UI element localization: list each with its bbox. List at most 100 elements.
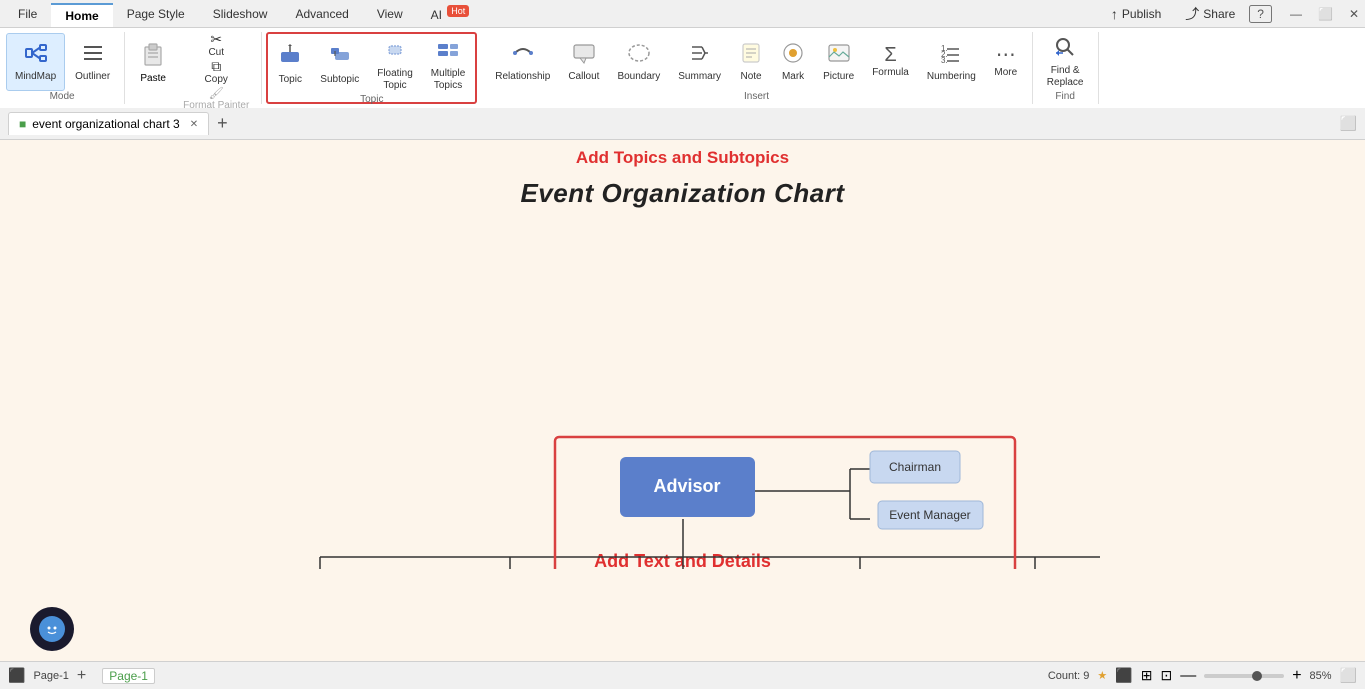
mark-icon bbox=[781, 41, 805, 69]
ribbon-group-topic-highlighted: Advisor Topic Subtopic bbox=[266, 32, 477, 104]
paste-label: Paste bbox=[140, 73, 166, 84]
zoom-out-button[interactable]: — bbox=[1180, 667, 1196, 685]
mark-button[interactable]: Mark bbox=[773, 33, 813, 91]
topic-buttons: Advisor Topic Subtopic bbox=[270, 36, 473, 94]
picture-button[interactable]: Picture bbox=[815, 33, 862, 91]
zoom-slider[interactable] bbox=[1204, 674, 1284, 678]
help-button[interactable]: ? bbox=[1249, 5, 1272, 23]
paste-icon bbox=[139, 39, 167, 71]
summary-icon bbox=[688, 41, 712, 69]
mode-buttons: MindMap Outliner bbox=[6, 32, 118, 91]
outliner-label: Outliner bbox=[75, 71, 110, 83]
share-button[interactable]: ⤴ Share bbox=[1175, 0, 1245, 28]
page-tab[interactable]: Page-1 bbox=[102, 668, 155, 684]
formula-button[interactable]: Σ Formula bbox=[864, 33, 917, 91]
maximize-canvas-button[interactable]: ⬜ bbox=[1340, 115, 1357, 132]
add-tab-button[interactable]: + bbox=[213, 113, 232, 134]
tab-ai[interactable]: AI Hot bbox=[417, 2, 484, 26]
doc-tab[interactable]: ■ event organizational chart 3 ✕ bbox=[8, 112, 209, 135]
subtopic-icon bbox=[328, 44, 352, 72]
doc-tab-icon: ■ bbox=[19, 117, 26, 131]
relationship-label: Relationship bbox=[495, 71, 550, 83]
summary-button[interactable]: Summary bbox=[670, 33, 729, 91]
status-icon-1[interactable]: ⬛ bbox=[1115, 667, 1132, 684]
tab-advanced[interactable]: Advanced bbox=[281, 3, 362, 25]
mindmap-label: MindMap bbox=[15, 71, 56, 83]
canvas-area: Add Topics and Subtopics Event Organizat… bbox=[0, 140, 1365, 661]
floating-topic-icon bbox=[383, 38, 407, 66]
status-right-area: Count: 9 ★ ⬛ ⊞ ⊡ — + 85% ⬜ bbox=[1048, 667, 1357, 685]
ribbon-group-insert: Relationship Callout bbox=[481, 32, 1033, 104]
formula-icon: Σ bbox=[884, 45, 896, 65]
tab-home[interactable]: Home bbox=[51, 3, 112, 27]
ribbon-group-clipboard: Paste ✂ Cut ⧉ Copy 🖌 Format Painter bbox=[125, 32, 262, 104]
subtopic-label: Subtopic bbox=[320, 74, 359, 86]
boundary-button[interactable]: Boundary bbox=[609, 33, 668, 91]
topic-btn-label: Topic bbox=[279, 74, 302, 86]
tab-bar: ■ event organizational chart 3 ✕ + ⬜ bbox=[0, 108, 1365, 140]
relationship-button[interactable]: Relationship bbox=[487, 33, 558, 91]
restore-button[interactable]: ⬜ bbox=[1312, 7, 1339, 21]
page-label: Page-1 bbox=[33, 670, 68, 682]
minimize-button[interactable]: — bbox=[1284, 7, 1308, 21]
picture-label: Picture bbox=[823, 71, 854, 83]
outliner-button[interactable]: Outliner bbox=[67, 33, 118, 91]
find-group-label: Find bbox=[1055, 91, 1074, 104]
status-icon-3[interactable]: ⊡ bbox=[1160, 667, 1172, 684]
window-controls: — ⬜ ✕ bbox=[1284, 7, 1365, 21]
cut-label: Cut bbox=[208, 47, 224, 58]
copy-button[interactable]: ⧉ Copy bbox=[177, 59, 255, 85]
more-button[interactable]: ⋯ More bbox=[986, 33, 1026, 91]
find-replace-icon bbox=[1053, 35, 1077, 63]
subtopic-button[interactable]: Subtopic bbox=[312, 36, 367, 94]
multiple-topics-icon bbox=[436, 38, 460, 66]
mindmap-button[interactable]: MindMap bbox=[6, 33, 65, 91]
multiple-topics-button[interactable]: MultipleTopics bbox=[423, 36, 473, 94]
picture-icon bbox=[827, 41, 851, 69]
relationship-icon bbox=[511, 41, 535, 69]
cut-icon: ✂ bbox=[210, 32, 222, 46]
count-label: Count: 9 bbox=[1048, 670, 1090, 682]
summary-label: Summary bbox=[678, 71, 721, 83]
find-replace-button[interactable]: Find &Replace bbox=[1039, 33, 1092, 91]
numbering-button[interactable]: 1. 2. 3. Numbering bbox=[919, 33, 984, 91]
zoom-in-button[interactable]: + bbox=[1292, 667, 1301, 685]
paste-button[interactable]: Paste bbox=[131, 32, 175, 90]
note-button[interactable]: Note bbox=[731, 33, 771, 91]
callout-button[interactable]: Callout bbox=[560, 33, 607, 91]
publish-button[interactable]: ↑ Publish bbox=[1101, 2, 1171, 26]
zoom-level: 85% bbox=[1310, 670, 1332, 682]
mode-group-label: Mode bbox=[50, 91, 75, 104]
insert-group-label: Insert bbox=[744, 91, 769, 104]
floating-topic-label: FloatingTopic bbox=[377, 68, 413, 92]
instruction-top: Add Topics and Subtopics bbox=[0, 148, 1365, 168]
ai-bot-icon bbox=[39, 616, 65, 642]
copy-label: Copy bbox=[205, 74, 228, 85]
status-icon-2[interactable]: ⊞ bbox=[1141, 667, 1153, 684]
close-button[interactable]: ✕ bbox=[1343, 7, 1365, 21]
numbering-label: Numbering bbox=[927, 71, 976, 83]
svg-text:Advisor: Advisor bbox=[653, 476, 720, 496]
status-page-icon[interactable]: ⬛ bbox=[8, 667, 25, 684]
tab-file[interactable]: File bbox=[4, 3, 51, 25]
add-page-button[interactable]: + bbox=[77, 667, 86, 685]
tab-view[interactable]: View bbox=[363, 3, 417, 25]
doc-tab-close[interactable]: ✕ bbox=[190, 119, 198, 130]
ribbon-tabs: File Home Page Style Slideshow Advanced … bbox=[0, 0, 1365, 28]
cut-button[interactable]: ✂ Cut bbox=[177, 32, 255, 58]
title-right: ↑ Publish ⤴ Share ? — ⬜ ✕ bbox=[1101, 0, 1365, 28]
fit-page-button[interactable]: ⬜ bbox=[1340, 667, 1357, 684]
tab-page-style[interactable]: Page Style bbox=[113, 3, 199, 25]
insert-buttons: Relationship Callout bbox=[487, 32, 1026, 91]
boundary-label: Boundary bbox=[617, 71, 660, 83]
chart-title: Event Organization Chart bbox=[0, 178, 1365, 209]
floating-topic-button[interactable]: FloatingTopic bbox=[369, 36, 421, 94]
clipboard-small-group: ✂ Cut ⧉ Copy 🖌 Format Painter bbox=[177, 32, 255, 112]
svg-text:3.: 3. bbox=[941, 56, 948, 65]
tab-slideshow[interactable]: Slideshow bbox=[199, 3, 282, 25]
callout-icon bbox=[572, 41, 596, 69]
callout-label: Callout bbox=[568, 71, 599, 83]
topic-button[interactable]: Advisor Topic bbox=[270, 36, 310, 94]
ai-bot-button[interactable] bbox=[30, 607, 74, 651]
multiple-topics-label: MultipleTopics bbox=[431, 68, 465, 92]
